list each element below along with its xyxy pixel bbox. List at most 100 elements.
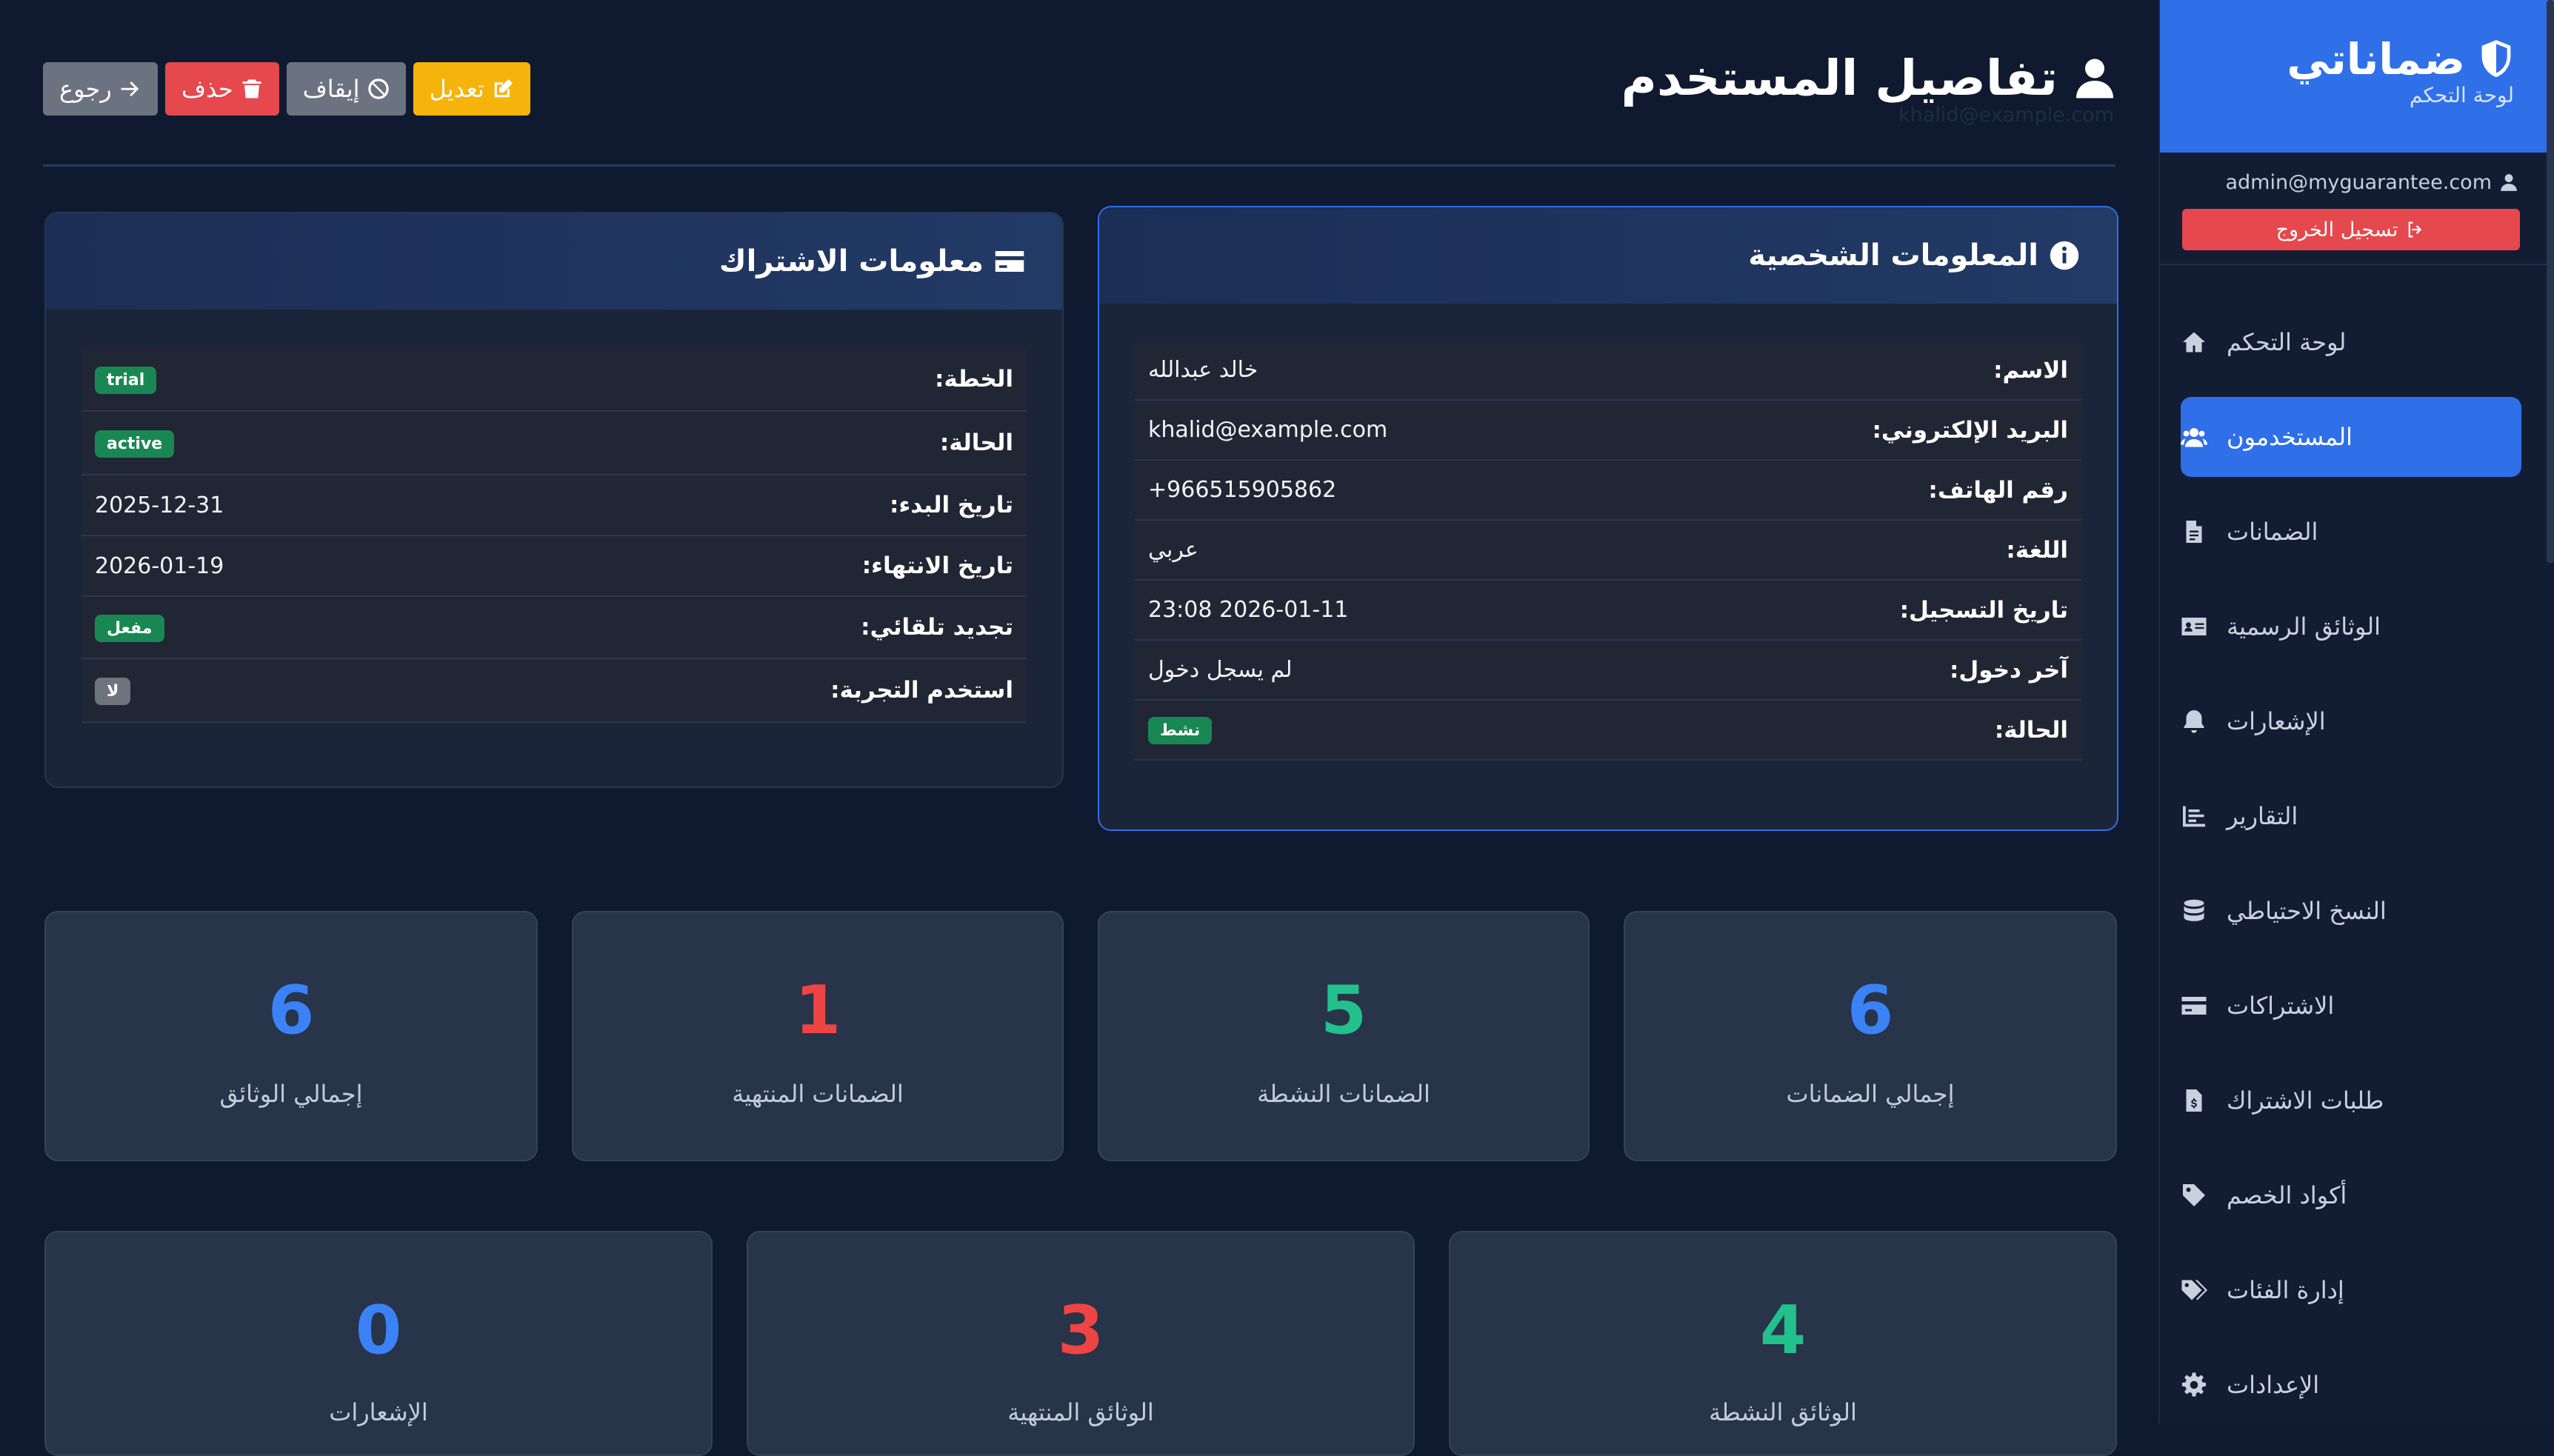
personal-info-card: المعلومات الشخصية الاسم: خالد عبدالله ال… [1098, 206, 2118, 831]
stat-label: إجمالي الضمانات [1786, 1080, 1955, 1108]
stat-label: الضمانات النشطة [1257, 1080, 1430, 1108]
status-badge: نشط [1148, 717, 1213, 744]
stat-label: إجمالي الوثائق [219, 1080, 363, 1108]
stat-value: 3 [1057, 1292, 1104, 1369]
stat-card-total-guarantees: 6 إجمالي الضمانات [1624, 911, 2117, 1161]
brand-name: ضماناتي [2287, 34, 2465, 84]
back-button[interactable]: رجوع [43, 62, 158, 116]
personal-info-title: المعلومات الشخصية [1748, 238, 2038, 273]
admin-email: admin@myguarantee.com [2226, 166, 2519, 198]
sidebar-item-subscription-requests[interactable]: طلبات الاشتراك [2181, 1061, 2521, 1141]
page-title-text: تفاصيل المستخدم [1621, 49, 2058, 107]
delete-button[interactable]: حذف [164, 62, 279, 116]
sidebar-item-label: التقارير [2227, 802, 2298, 830]
stat-label: الوثائق النشطة [1709, 1398, 1857, 1426]
row-label: الحالة: [1994, 716, 2068, 744]
edit-button[interactable]: تعديل [413, 62, 530, 116]
row-label: البريد الإلكتروني: [1872, 416, 2068, 444]
logout-label: تسجيل الخروج [2275, 218, 2398, 241]
sidebar-item-label: الاشتراكات [2227, 992, 2335, 1020]
sidebar-item-reports[interactable]: التقارير [2181, 776, 2521, 856]
user-icon [2076, 59, 2113, 98]
edit-icon [494, 79, 513, 98]
suspend-label: إيقاف [302, 75, 360, 103]
stat-value: 4 [1759, 1292, 1807, 1369]
sidebar-item-label: طلبات الاشتراك [2227, 1086, 2384, 1115]
sidebar-item-label: المستخدمون [2227, 423, 2353, 451]
row-value: لا [95, 676, 606, 705]
sidebar-item-categories[interactable]: إدارة الفئات [2181, 1250, 2521, 1330]
stat-value: 6 [1847, 972, 1894, 1049]
brand-panel[interactable]: ضماناتي لوحة التحكم [2160, 0, 2554, 153]
edit-label: تعديل [429, 75, 484, 103]
table-row: تاريخ البدء: 2025-12-31 [81, 475, 1027, 536]
table-row: الحالة: نشط [1135, 701, 2081, 761]
personal-info-table: الاسم: خالد عبدالله البريد الإلكتروني: k… [1135, 341, 2081, 761]
back-label: رجوع [59, 75, 112, 103]
sidebar-item-users[interactable]: المستخدمون [2181, 397, 2521, 477]
stat-card-expired-documents: 3 الوثائق المنتهية [747, 1231, 1415, 1456]
sidebar-item-guarantees[interactable]: الضمانات [2181, 492, 2521, 572]
stat-label: الوثائق المنتهية [1007, 1398, 1154, 1426]
row-label: الاسم: [1993, 356, 2068, 384]
table-row: الاسم: خالد عبدالله [1135, 341, 2081, 401]
file-icon [2186, 521, 2202, 543]
bell-icon [2184, 710, 2204, 733]
sidebar-item-dashboard[interactable]: لوحة التحكم [2181, 302, 2521, 382]
table-row: الحالة: active [81, 412, 1027, 475]
row-value: 2026-01-11 23:08 [1148, 597, 1349, 623]
stat-card-active-documents: 4 الوثائق النشطة [1449, 1231, 2117, 1456]
row-value: 2026-01-19 [95, 552, 224, 579]
sidebar-item-label: النسخ الاحتياطي [2227, 897, 2387, 925]
user-icon [2501, 174, 2517, 191]
trial-used-badge: لا [95, 677, 131, 705]
subscription-info-card: معلومات الاشتراك الخطة: trial الحالة: ac… [44, 212, 1064, 788]
sidebar-item-discount-codes[interactable]: أكواد الخصم [2181, 1155, 2521, 1235]
stat-value: 0 [355, 1292, 402, 1369]
sidebar-item-official-documents[interactable]: الوثائق الرسمية [2181, 587, 2521, 667]
row-label: آخر دخول: [1949, 656, 2068, 684]
sidebar-item-label: الإشعارات [2227, 707, 2326, 735]
ban-icon [367, 79, 389, 99]
sidebar-item-settings[interactable]: الإعدادات [2181, 1345, 2521, 1425]
suspend-button[interactable]: إيقاف [286, 62, 406, 116]
row-value: 2025-12-31 [95, 492, 224, 518]
row-value: 966515905862+ [1148, 477, 1337, 503]
sidebar-divider [2160, 264, 2554, 265]
sidebar-item-notifications[interactable]: الإشعارات [2181, 681, 2521, 761]
row-label: تاريخ الانتهاء: [861, 552, 1013, 579]
id-card-icon [2181, 618, 2207, 635]
table-row: تاريخ الانتهاء: 2026-01-19 [81, 536, 1027, 597]
sidebar-item-backup[interactable]: النسخ الاحتياطي [2181, 871, 2521, 951]
subscription-info-title: معلومات الاشتراك [718, 244, 984, 278]
action-bar: رجوع حذف إيقاف تعديل [43, 62, 530, 116]
sidebar: ضماناتي لوحة التحكم admin@myguarantee.co… [2158, 0, 2554, 1423]
sidebar-scrollbar[interactable] [2547, 0, 2554, 563]
shield-icon [2481, 40, 2511, 78]
subscription-info-table: الخطة: trial الحالة: active تاريخ البدء:… [81, 348, 1027, 723]
page-subtitle: khalid@example.com [1898, 104, 2114, 127]
stat-label: الإشعارات [329, 1398, 428, 1426]
sidebar-item-label: الوثائق الرسمية [2227, 612, 2381, 641]
status-badge: active [95, 430, 175, 458]
table-row: تجديد تلقائي: مفعل [81, 597, 1027, 659]
credit-card-icon [2181, 997, 2207, 1015]
row-value: مفعل [95, 613, 606, 642]
row-label: الحالة: [939, 430, 1013, 456]
invoice-icon [2186, 1089, 2202, 1112]
sidebar-item-subscriptions[interactable]: الاشتراكات [2181, 966, 2521, 1046]
chart-icon [2183, 806, 2205, 827]
credit-card-icon [995, 251, 1024, 272]
logout-button[interactable]: تسجيل الخروج [2182, 209, 2520, 250]
row-value: عربي [1148, 537, 1198, 563]
table-row: الخطة: trial [81, 348, 1027, 412]
stat-label: الضمانات المنتهية [732, 1080, 904, 1108]
table-row: اللغة: عربي [1135, 521, 2081, 581]
personal-info-header: المعلومات الشخصية [1099, 207, 2117, 304]
row-label: اللغة: [2006, 536, 2068, 564]
subscription-info-header: معلومات الاشتراك [46, 213, 1062, 310]
row-label: الخطة: [934, 366, 1013, 393]
table-row: رقم الهاتف: 966515905862+ [1135, 461, 2081, 521]
sign-out-icon [2409, 221, 2422, 238]
home-icon [2183, 332, 2205, 353]
